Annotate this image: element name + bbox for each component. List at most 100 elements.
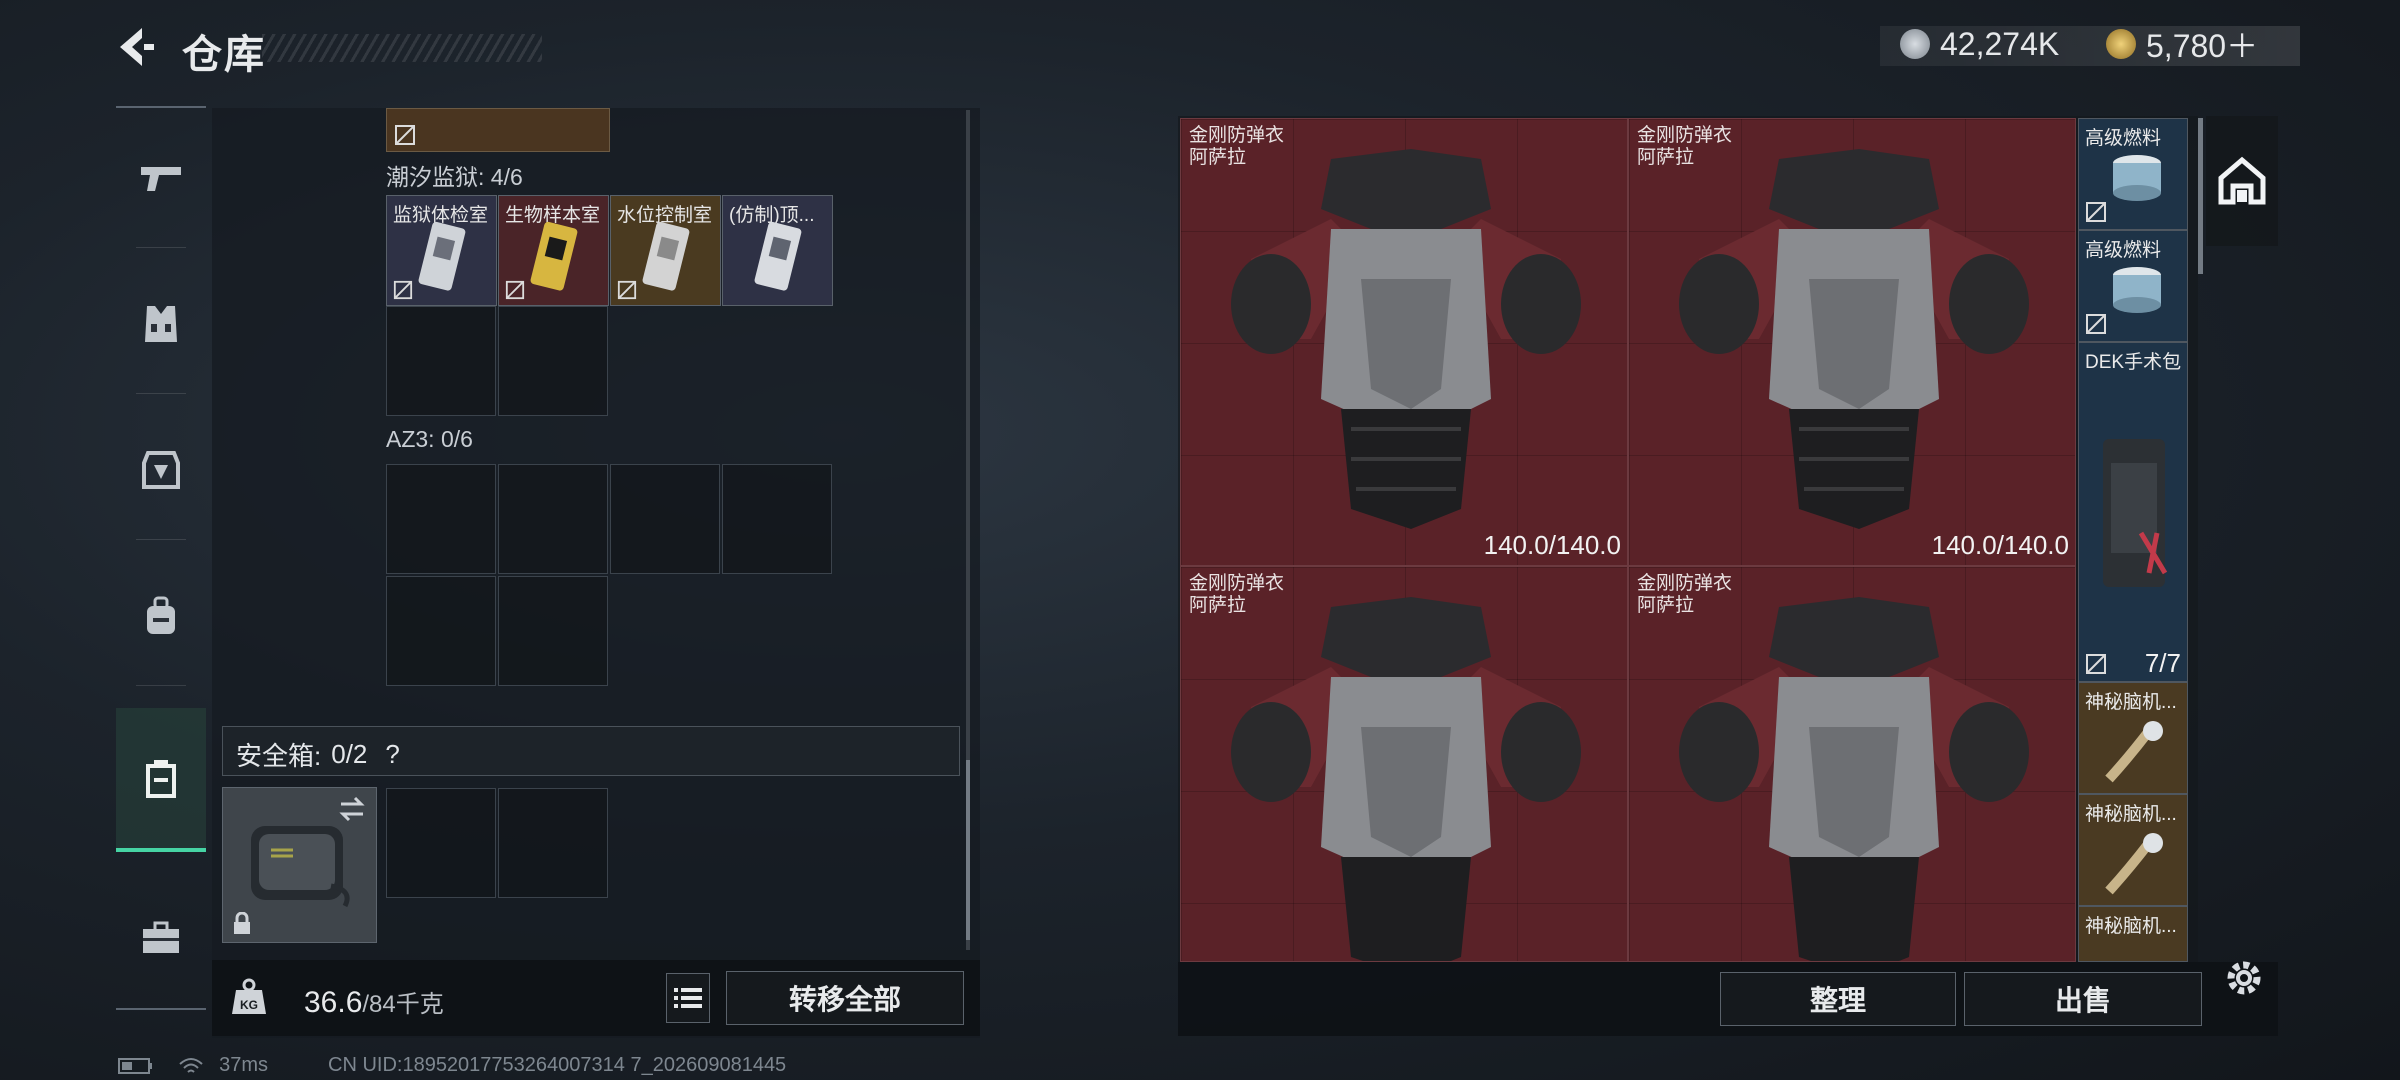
keycard-item[interactable]: 监狱体检室 — [386, 195, 497, 306]
empty-slot[interactable] — [498, 788, 608, 898]
uid-text: CN UID:18952017753264007314 7_2026090814… — [328, 1054, 787, 1076]
body-armor-icon — [1231, 149, 1581, 529]
scrollbar-thumb[interactable] — [2198, 118, 2203, 274]
fuel-can-icon — [2113, 267, 2161, 313]
no-trade-icon — [395, 125, 415, 145]
safe-box-count: 0/2 — [331, 739, 368, 769]
empty-slot[interactable] — [386, 788, 496, 898]
brain-chip-icon — [2105, 721, 2163, 783]
weight-value: 36.6 — [304, 986, 363, 1019]
transfer-all-button[interactable]: 转移全部 — [726, 971, 964, 1025]
swap-icon[interactable] — [337, 796, 367, 822]
gold-currency: 5,780＋ — [2106, 22, 2258, 66]
list-view-button[interactable] — [666, 973, 710, 1023]
keycard-item[interactable]: (仿制)顶... — [722, 195, 833, 306]
safe-case-icon — [251, 826, 350, 908]
status-bar: 37ms — [118, 1054, 268, 1077]
body-armor-icon — [1679, 597, 2029, 961]
sort-button[interactable]: 整理 — [1720, 972, 1956, 1026]
battery-icon — [118, 1057, 152, 1074]
keycard-icon — [418, 221, 466, 291]
settings-button[interactable] — [2222, 956, 2266, 1000]
category-sidebar — [116, 106, 206, 1010]
durability: 140.0/140.0 — [1931, 530, 2069, 560]
surgery-kit-item[interactable]: DEK手术包 7/7 — [2078, 342, 2188, 682]
empty-slot[interactable] — [386, 306, 496, 416]
sidebar-item-weapons[interactable] — [116, 108, 206, 248]
gear-icon — [2227, 961, 2261, 995]
silver-coin-icon — [1900, 29, 1930, 59]
section-label-tide-prison: 潮汐监狱: 4/6 — [386, 164, 523, 190]
empty-slot[interactable] — [722, 464, 832, 574]
armor-icon — [142, 451, 180, 489]
safe-box-item[interactable] — [222, 787, 377, 943]
no-trade-icon — [2086, 314, 2106, 334]
item-count: 7/7 — [2144, 648, 2181, 678]
chevron-left-icon — [120, 28, 154, 66]
surgery-kit-icon — [2103, 439, 2168, 587]
wifi-icon — [178, 1057, 203, 1073]
list-icon — [674, 988, 702, 1008]
page-title: 仓库 — [182, 33, 266, 77]
empty-slot[interactable] — [498, 576, 608, 686]
weight-max: /84千克 — [362, 991, 444, 1018]
svg-text:KG: KG — [240, 998, 258, 1012]
keycard-icon — [754, 221, 802, 291]
help-icon[interactable]: ? — [385, 739, 399, 770]
keycard-icon — [642, 221, 690, 291]
brain-chip-icon — [2105, 833, 2163, 895]
fuel-item[interactable]: 高级燃料 — [2078, 118, 2188, 230]
title-decoration — [262, 34, 542, 62]
storage-tab[interactable] — [2206, 116, 2278, 246]
sidebar-item-toolbox[interactable] — [116, 868, 206, 1008]
no-trade-icon — [393, 280, 413, 300]
empty-slot[interactable] — [498, 464, 608, 574]
gold-coin-icon — [2106, 29, 2136, 59]
no-trade-icon — [505, 280, 525, 300]
keycard-item[interactable]: 水位控制室 — [610, 195, 721, 306]
partial-item-row — [386, 108, 610, 152]
brain-chip-item[interactable]: 神秘脑机... — [2078, 682, 2188, 794]
safe-box-label: 安全箱: — [236, 741, 322, 771]
silver-currency: 42,274K — [1900, 22, 2059, 66]
sell-button[interactable]: 出售 — [1964, 972, 2202, 1026]
armor-item[interactable]: 金刚防弹衣 阿萨拉 — [1628, 566, 2076, 962]
body-armor-icon — [1231, 597, 1581, 961]
sidebar-item-backpack[interactable] — [116, 546, 206, 686]
body-armor-icon — [1679, 149, 2029, 529]
vest-icon — [145, 306, 177, 342]
warehouse-icon — [2218, 156, 2266, 205]
no-trade-icon — [2086, 654, 2106, 674]
empty-slot[interactable] — [386, 464, 496, 574]
pistol-icon — [141, 167, 181, 191]
no-trade-icon — [617, 280, 637, 300]
lock-icon — [234, 912, 250, 934]
backpack-icon — [147, 596, 175, 634]
empty-slot[interactable] — [498, 306, 608, 416]
sidebar-item-vest[interactable] — [116, 254, 206, 394]
no-trade-icon — [2086, 202, 2106, 222]
durability: 140.0/140.0 — [1483, 530, 1621, 560]
back-button[interactable] — [112, 22, 162, 72]
empty-slot[interactable] — [610, 464, 720, 574]
armor-item[interactable]: 金刚防弹衣 阿萨拉 140.0/140.0 — [1628, 118, 2076, 566]
armor-item[interactable]: 金刚防弹衣 阿萨拉 140.0/140.0 — [1180, 118, 1628, 566]
weight-icon: KG — [228, 976, 270, 1018]
sidebar-item-case[interactable] — [116, 708, 206, 852]
keycard-item[interactable]: 生物样本室 — [498, 195, 609, 306]
armor-item[interactable]: 金刚防弹衣 阿萨拉 — [1180, 566, 1628, 962]
weight-display: 36.6 /84千克 — [304, 984, 444, 1020]
toolbox-icon — [143, 921, 179, 953]
sidebar-item-armor[interactable] — [116, 400, 206, 540]
case-icon — [146, 760, 176, 798]
safe-box-label-group: 安全箱: 0/2 ? — [236, 736, 400, 773]
brain-chip-item[interactable]: 神秘脑机... — [2078, 906, 2188, 962]
scrollbar-thumb[interactable] — [966, 760, 970, 940]
section-label-az3: AZ3: 0/6 — [386, 426, 473, 452]
ping: 37ms — [219, 1054, 269, 1076]
keycard-icon — [530, 221, 578, 291]
brain-chip-item[interactable]: 神秘脑机... — [2078, 794, 2188, 906]
fuel-item[interactable]: 高级燃料 — [2078, 230, 2188, 342]
fuel-can-icon — [2113, 155, 2161, 201]
empty-slot[interactable] — [386, 576, 496, 686]
